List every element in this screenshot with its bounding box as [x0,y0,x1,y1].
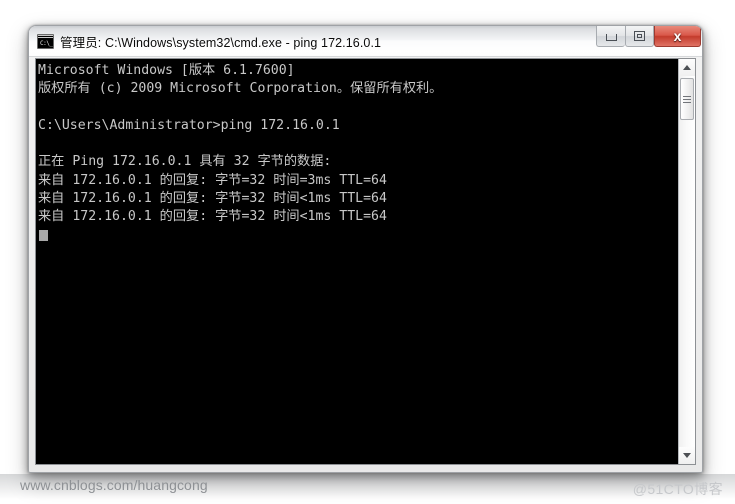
scroll-down-arrow-icon [683,453,691,458]
console-client-area: Microsoft Windows [版本 6.1.7600] 版权所有 (c)… [35,58,696,465]
window-controls: x [596,26,701,49]
scroll-up-arrow-icon [683,65,691,70]
window-title-bar[interactable]: C:\_ 管理员: C:\Windows\system32\cmd.exe - … [29,26,702,57]
minimize-button[interactable] [596,26,625,47]
minimize-icon [605,34,617,41]
scrollbar-grip-icon [683,95,691,103]
console-line-ping-reply: 来自 172.16.0.1 的回复: 字节=32 时间<1ms TTL=64 [38,209,387,225]
restore-button[interactable] [625,26,654,47]
console-line: 版权所有 (c) 2009 Microsoft Corporation。保留所有… [38,81,443,97]
console-line: Microsoft Windows [版本 6.1.7600] [38,63,295,78]
restore-icon [634,31,645,41]
window-title-text: 管理员: C:\Windows\system32\cmd.exe - ping … [60,35,382,50]
cmd-console-icon: C:\_ [37,33,54,49]
close-icon: x [673,28,682,44]
watermark-right: @51CTO博客 [632,481,723,497]
scrollbar-thumb[interactable] [680,78,694,120]
scrollbar-track[interactable] [679,76,695,447]
console-output[interactable]: Microsoft Windows [版本 6.1.7600] 版权所有 (c)… [36,59,678,464]
close-button[interactable]: x [654,26,701,47]
scroll-up-button[interactable] [679,59,695,76]
console-line-ping-header: 正在 Ping 172.16.0.1 具有 32 字节的数据: [38,154,332,170]
console-scrollbar[interactable] [678,59,695,464]
console-line-command: C:\Users\Administrator>ping 172.16.0.1 [38,117,340,133]
console-line-ping-reply: 来自 172.16.0.1 的回复: 字节=32 时间<1ms TTL=64 [38,191,387,207]
cmd-icon-prompt-text: C:\_ [40,39,53,47]
command-prompt-window[interactable]: C:\_ 管理员: C:\Windows\system32\cmd.exe - … [28,25,703,473]
cmd-icon-titlebar-strip [38,34,53,39]
console-line-ping-reply: 来自 172.16.0.1 的回复: 字节=32 时间=3ms TTL=64 [38,172,387,188]
scroll-down-button[interactable] [679,447,695,464]
watermark-left: www.cnblogs.com/huangcong [20,477,208,493]
block-cursor [39,229,48,241]
